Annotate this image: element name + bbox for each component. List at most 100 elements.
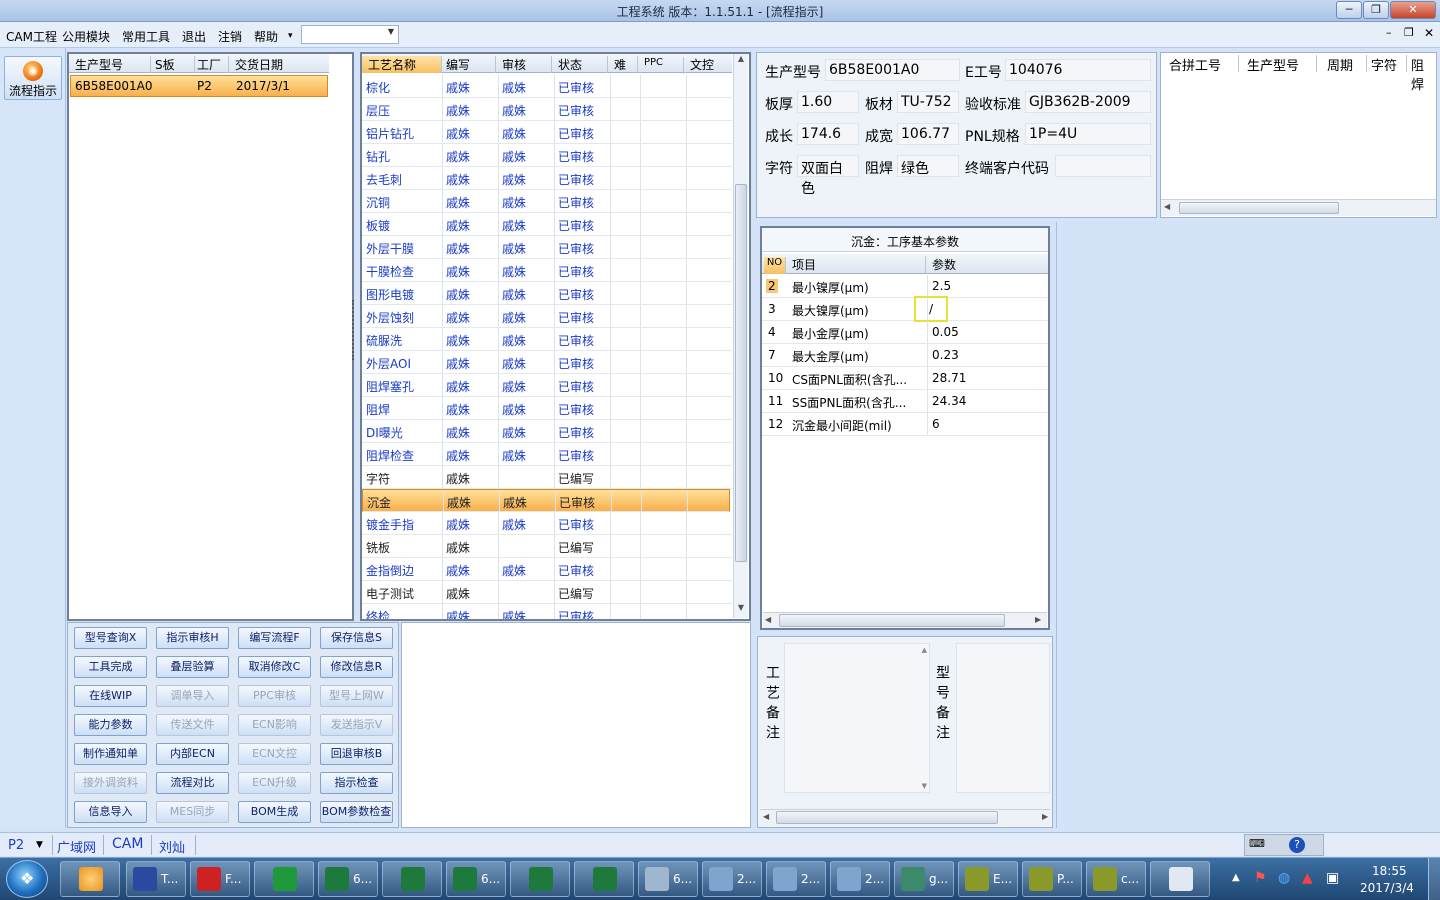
process-row[interactable]: 钻孔 戚姝 戚姝 已审核: [362, 144, 732, 167]
col-merge-cycle[interactable]: 周期: [1327, 55, 1367, 74]
taskbar-app-button[interactable]: 6...: [638, 861, 698, 897]
merge-hscrollbar[interactable]: ◀: [1161, 199, 1436, 216]
scroll-left-icon[interactable]: ◀: [765, 615, 771, 624]
param-value[interactable]: 0.23: [932, 348, 959, 362]
start-button[interactable]: ❖: [6, 860, 48, 898]
col-sboard[interactable]: S板: [155, 56, 195, 73]
function-button[interactable]: 传送文件: [156, 714, 229, 736]
close-button[interactable]: ✕: [1390, 1, 1436, 19]
taskbar-app-button[interactable]: T...: [126, 861, 186, 897]
taskbar-app-button[interactable]: c...: [1086, 861, 1146, 897]
process-row[interactable]: 阻焊 戚姝 戚姝 已审核: [362, 397, 732, 420]
taskbar-app-button[interactable]: [382, 861, 442, 897]
maximize-button[interactable]: ❐: [1363, 1, 1389, 19]
function-button[interactable]: 能力参数: [74, 714, 147, 736]
taskbar-pinned-shell[interactable]: [60, 861, 120, 897]
taskbar-app-button[interactable]: P...: [1022, 861, 1082, 897]
menu-logout[interactable]: 注销: [218, 28, 242, 45]
function-button[interactable]: MES同步: [156, 801, 229, 823]
function-button[interactable]: 叠层验算: [156, 656, 229, 678]
mdi-minimize-icon[interactable]: –: [1386, 26, 1392, 39]
process-note-field[interactable]: ▲ ▼: [784, 643, 930, 793]
tray-network-icon[interactable]: ▣: [1326, 870, 1339, 886]
taskbar-app-button[interactable]: 6...: [446, 861, 506, 897]
param-row[interactable]: 2 最小镍厚(μm) 2.5: [762, 275, 1048, 298]
process-row[interactable]: 阻焊检查 戚姝 戚姝 已审核: [362, 443, 732, 466]
col-doc-control[interactable]: 文控: [690, 56, 730, 73]
param-row[interactable]: 4 最小金厚(μm) 0.05: [762, 321, 1048, 344]
scroll-down-icon[interactable]: ▼: [922, 782, 927, 790]
param-scroll-thumb[interactable]: [779, 614, 1005, 627]
taskbar-app-button[interactable]: 2...: [702, 861, 762, 897]
col-status[interactable]: 状态: [558, 56, 608, 73]
col-merge-model[interactable]: 生产型号: [1247, 55, 1317, 74]
process-row[interactable]: 镀金手指 戚姝 戚姝 已审核: [362, 512, 732, 535]
param-row[interactable]: 11 SS面PNL面积(含孔... 24.34: [762, 390, 1048, 413]
process-row[interactable]: 板镀 戚姝 戚姝 已审核: [362, 213, 732, 236]
process-row[interactable]: 铣板 戚姝 已编写: [362, 535, 732, 558]
function-button[interactable]: 工具完成: [74, 656, 147, 678]
process-row[interactable]: DI曝光 戚姝 戚姝 已审核: [362, 420, 732, 443]
process-row[interactable]: 外层AOI 戚姝 戚姝 已审核: [362, 351, 732, 374]
function-button[interactable]: 在线WIP: [74, 685, 147, 707]
process-row[interactable]: 终检 戚姝 戚姝 已审核: [362, 604, 732, 619]
menu-exit[interactable]: 退出: [182, 28, 206, 45]
function-button[interactable]: 接外调资料: [74, 772, 147, 794]
scroll-up-icon[interactable]: ▲: [735, 54, 747, 68]
function-button[interactable]: BOM参数检查: [320, 801, 393, 823]
process-row[interactable]: 干膜检查 戚姝 戚姝 已审核: [362, 259, 732, 282]
function-button[interactable]: ECN影响: [238, 714, 311, 736]
function-button[interactable]: 信息导入: [74, 801, 147, 823]
function-button[interactable]: 修改信息R: [320, 656, 393, 678]
col-date[interactable]: 交货日期: [235, 56, 327, 73]
mdi-close-icon[interactable]: ✕: [1424, 26, 1434, 40]
scroll-left-icon[interactable]: ◀: [1164, 202, 1170, 211]
tray-browser-icon[interactable]: ◍: [1278, 870, 1290, 886]
col-reviewer[interactable]: 审核: [502, 56, 552, 73]
show-desktop-button[interactable]: [1428, 858, 1440, 900]
process-row[interactable]: 铝片钻孔 戚姝 戚姝 已审核: [362, 121, 732, 144]
mdi-restore-icon[interactable]: ❐: [1404, 26, 1414, 39]
scroll-up-icon[interactable]: ▲: [922, 646, 927, 654]
model-note-field[interactable]: [956, 643, 1050, 793]
process-row[interactable]: 外层蚀刻 戚姝 戚姝 已审核: [362, 305, 732, 328]
col-param[interactable]: 参数: [932, 256, 1042, 273]
function-button[interactable]: 内部ECN: [156, 743, 229, 765]
process-row[interactable]: 沉铜 戚姝 戚姝 已审核: [362, 190, 732, 213]
tray-security-icon[interactable]: ⚑: [1254, 870, 1267, 886]
function-button[interactable]: 型号上网W: [320, 685, 393, 707]
taskbar-app-button[interactable]: [574, 861, 634, 897]
menu-tools[interactable]: 常用工具: [122, 28, 170, 45]
notes-scroll-thumb[interactable]: [776, 811, 998, 824]
process-row[interactable]: 图形电镀 戚姝 戚姝 已审核: [362, 282, 732, 305]
taskbar-app-button[interactable]: g...: [894, 861, 954, 897]
language-bar[interactable]: ⌨ ?: [1244, 834, 1324, 856]
scroll-right-icon[interactable]: ▶: [1042, 812, 1048, 821]
taskbar-app-button[interactable]: 2...: [830, 861, 890, 897]
status-factory[interactable]: P2: [8, 838, 24, 853]
function-button[interactable]: 型号查询X: [74, 627, 147, 649]
param-value[interactable]: 28.71: [932, 371, 966, 385]
col-factory[interactable]: 工厂: [197, 56, 229, 73]
param-value[interactable]: 0.05: [932, 325, 959, 339]
function-button[interactable]: 指示检查: [320, 772, 393, 794]
flow-indicator-button[interactable]: ◉ 流程指示: [4, 56, 62, 100]
clock-time[interactable]: 18:55: [1372, 864, 1407, 878]
taskbar-app-button[interactable]: [510, 861, 570, 897]
order-row[interactable]: 6B58E001A0 P2 2017/3/1: [70, 75, 328, 97]
tray-app-icon[interactable]: ▲: [1302, 870, 1313, 886]
minimize-button[interactable]: ─: [1336, 1, 1362, 19]
function-button[interactable]: ECN升级: [238, 772, 311, 794]
scroll-left-icon[interactable]: ◀: [763, 812, 769, 821]
function-button[interactable]: 调单导入: [156, 685, 229, 707]
process-row[interactable]: 沉金 戚姝 戚姝 已审核: [362, 489, 730, 512]
function-button[interactable]: 指示审核H: [156, 627, 229, 649]
param-value[interactable]: 24.34: [932, 394, 966, 408]
chevron-down-icon[interactable]: ▼: [36, 840, 43, 850]
col-process-name[interactable]: 工艺名称: [362, 56, 442, 73]
merge-scroll-thumb[interactable]: [1179, 202, 1339, 214]
scroll-down-icon[interactable]: ▼: [735, 603, 747, 617]
notes-hscrollbar[interactable]: ◀ ▶: [760, 809, 1050, 825]
col-merge-legend[interactable]: 字符: [1371, 55, 1407, 74]
taskbar-app-button[interactable]: [1150, 861, 1210, 897]
